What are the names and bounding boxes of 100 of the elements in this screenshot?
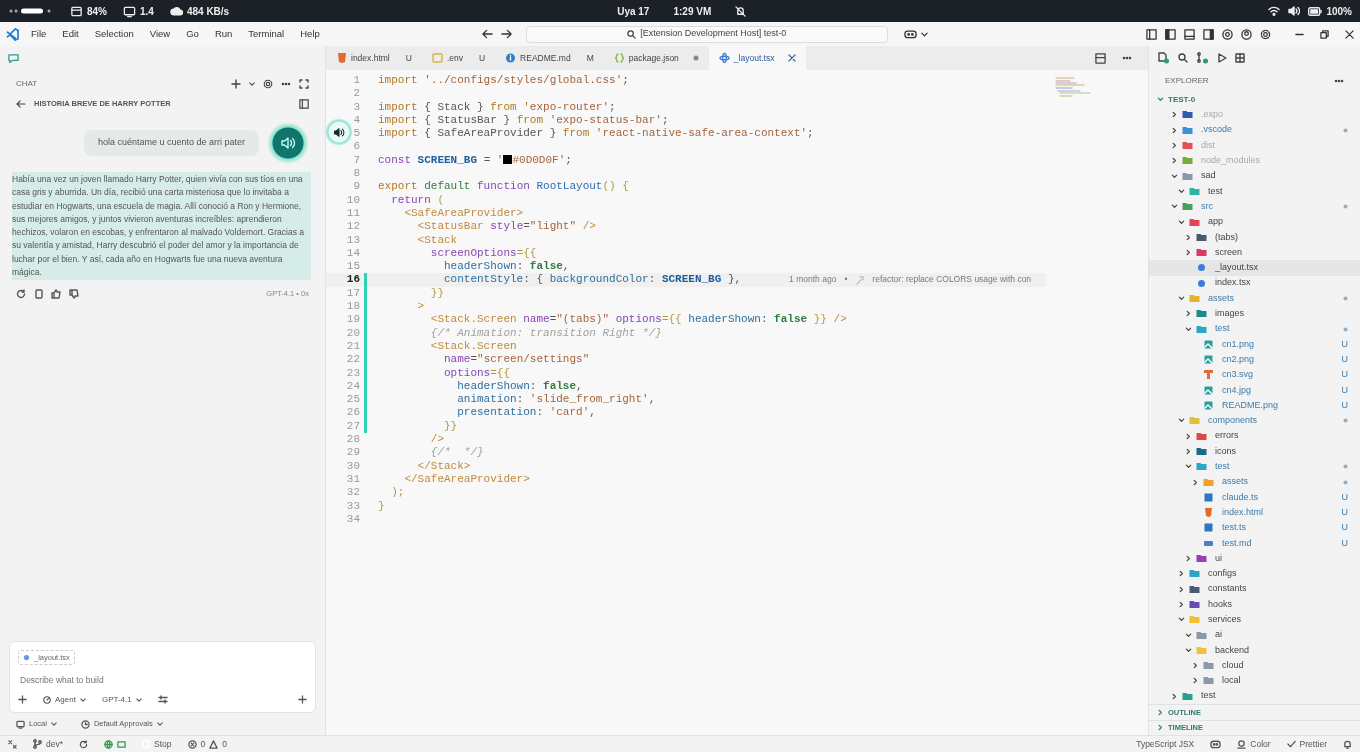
tree-item[interactable]: index.html U <box>1149 505 1360 521</box>
model-dropdown[interactable]: GPT-4.1 <box>101 695 142 704</box>
chevron-right-icon[interactable] <box>1171 142 1178 150</box>
tree-item[interactable]: test.md U <box>1149 535 1360 551</box>
volume-icon[interactable] <box>1288 6 1301 16</box>
tree-item[interactable]: claude.ts U <box>1149 489 1360 505</box>
add-icon[interactable] <box>298 695 307 704</box>
mode-dropdown[interactable]: Agent <box>43 695 86 704</box>
run-debug-icon[interactable] <box>1217 53 1227 63</box>
menu-item[interactable]: Edit <box>58 29 83 39</box>
wifi-icon[interactable] <box>1268 6 1281 16</box>
tree-item[interactable]: test.ts U <box>1149 520 1360 536</box>
tree-item[interactable]: test <box>1149 688 1360 704</box>
chevron-down-icon[interactable] <box>1185 463 1192 471</box>
tree-item[interactable]: cn4.jpg U <box>1149 382 1360 398</box>
chat-icon[interactable] <box>8 52 19 64</box>
chevron-down-icon[interactable] <box>1185 631 1192 639</box>
menu-item[interactable]: Run <box>210 29 237 39</box>
command-center[interactable]: [Extension Development Host] test-0 <box>525 25 888 43</box>
panel-icon[interactable] <box>1184 28 1195 40</box>
tree-item[interactable]: screen <box>1149 244 1360 261</box>
menu-item[interactable]: Help <box>296 29 324 39</box>
forward-arrow-icon[interactable] <box>500 29 512 39</box>
ports-button[interactable] <box>104 737 126 751</box>
menu-item[interactable]: Terminal <box>244 29 289 39</box>
copy-icon[interactable] <box>34 289 43 299</box>
back-arrow-icon[interactable] <box>481 29 493 39</box>
chevron-right-icon[interactable] <box>1185 310 1192 318</box>
copilot-button[interactable] <box>903 29 928 39</box>
chevron-right-icon[interactable] <box>1178 600 1185 608</box>
back-arrow-icon[interactable] <box>16 100 26 108</box>
tree-item[interactable]: constants <box>1149 581 1360 597</box>
search-icon[interactable] <box>1178 53 1188 63</box>
message-input[interactable]: Describe what to build <box>18 673 307 688</box>
settings-icon[interactable] <box>1260 28 1271 40</box>
menu-item[interactable]: Selection <box>90 29 138 39</box>
thumbs-up-icon[interactable] <box>51 289 61 299</box>
branch-button[interactable]: dev* <box>33 739 63 749</box>
chevron-right-icon[interactable] <box>1185 432 1192 440</box>
tree-item[interactable]: sad <box>1149 168 1360 184</box>
tree-item[interactable]: assets <box>1149 474 1360 490</box>
close-icon[interactable] <box>1345 29 1354 39</box>
retry-icon[interactable] <box>16 289 26 299</box>
source-control-icon[interactable] <box>1196 52 1209 64</box>
chevron-down-icon[interactable] <box>1157 96 1164 104</box>
editor-tab[interactable]: .env U <box>421 46 496 70</box>
formatter-button[interactable]: Prettier <box>1286 739 1327 749</box>
tree-item[interactable]: images <box>1149 306 1360 322</box>
chevron-right-icon[interactable] <box>1192 677 1199 685</box>
remote-icon[interactable] <box>8 739 17 749</box>
tree-item[interactable]: cn1.png U <box>1149 336 1360 353</box>
chevron-down-icon[interactable] <box>1178 616 1185 624</box>
menu-item[interactable]: File <box>27 29 51 39</box>
caret-icon[interactable] <box>249 82 255 86</box>
bell-icon[interactable] <box>1343 739 1352 749</box>
sidebar-left-icon[interactable] <box>1165 28 1176 40</box>
tree-item[interactable]: cn2.png U <box>1149 352 1360 368</box>
chevron-right-icon[interactable] <box>1171 111 1178 119</box>
editor-tab[interactable]: package.json <box>603 46 709 70</box>
tree-item[interactable]: services <box>1149 612 1360 628</box>
plus-icon[interactable] <box>231 79 241 89</box>
extensions-icon[interactable] <box>1235 53 1245 63</box>
chevron-down-icon[interactable] <box>1178 417 1185 425</box>
account-icon[interactable] <box>1241 28 1252 40</box>
stop-button[interactable]: Stop <box>142 736 172 752</box>
tree-item[interactable]: index.tsx <box>1149 275 1360 291</box>
files-icon[interactable] <box>1157 52 1170 64</box>
problems-button[interactable]: 0 0 <box>187 739 227 749</box>
tree-item[interactable]: local <box>1149 673 1360 689</box>
chevron-right-icon[interactable] <box>1185 555 1192 563</box>
layout-icon[interactable] <box>1146 28 1157 40</box>
tools-icon[interactable] <box>157 695 168 704</box>
tree-item[interactable]: src <box>1149 199 1360 215</box>
sidebar-icon[interactable] <box>299 99 309 109</box>
chevron-right-icon[interactable] <box>1185 249 1192 257</box>
settings-icon[interactable] <box>263 79 273 89</box>
muted-bell-icon[interactable] <box>735 5 747 17</box>
thumbs-down-icon[interactable] <box>69 289 79 299</box>
chevron-right-icon[interactable] <box>1171 692 1178 700</box>
tree-item[interactable]: backend <box>1149 642 1360 658</box>
plus-icon[interactable] <box>18 695 27 704</box>
chevron-right-icon[interactable] <box>1178 570 1185 578</box>
tree-item[interactable]: cn3.svg U <box>1149 367 1360 383</box>
chevron-right-icon[interactable] <box>1171 126 1178 134</box>
editor-tab[interactable]: _layout.tsx <box>708 46 807 70</box>
tree-item[interactable]: ai <box>1149 627 1360 643</box>
chevron-right-icon[interactable] <box>1192 478 1199 486</box>
chevron-down-icon[interactable] <box>1178 295 1185 302</box>
tree-item[interactable]: hooks <box>1149 596 1360 613</box>
chevron-down-icon[interactable] <box>1185 325 1192 333</box>
split-editor-icon[interactable] <box>1095 52 1106 64</box>
speak-button[interactable] <box>267 122 309 164</box>
menu-item[interactable]: View <box>145 29 175 39</box>
chevron-right-icon[interactable] <box>1192 662 1199 670</box>
menu-item[interactable]: Go <box>182 29 203 39</box>
chevron-down-icon[interactable] <box>1171 172 1178 180</box>
language-mode[interactable]: TypeScript JSX <box>1136 739 1195 749</box>
chevron-right-icon[interactable] <box>1157 724 1164 732</box>
tree-item[interactable]: (tabs) <box>1149 229 1360 245</box>
tree-item[interactable]: test <box>1149 183 1360 200</box>
